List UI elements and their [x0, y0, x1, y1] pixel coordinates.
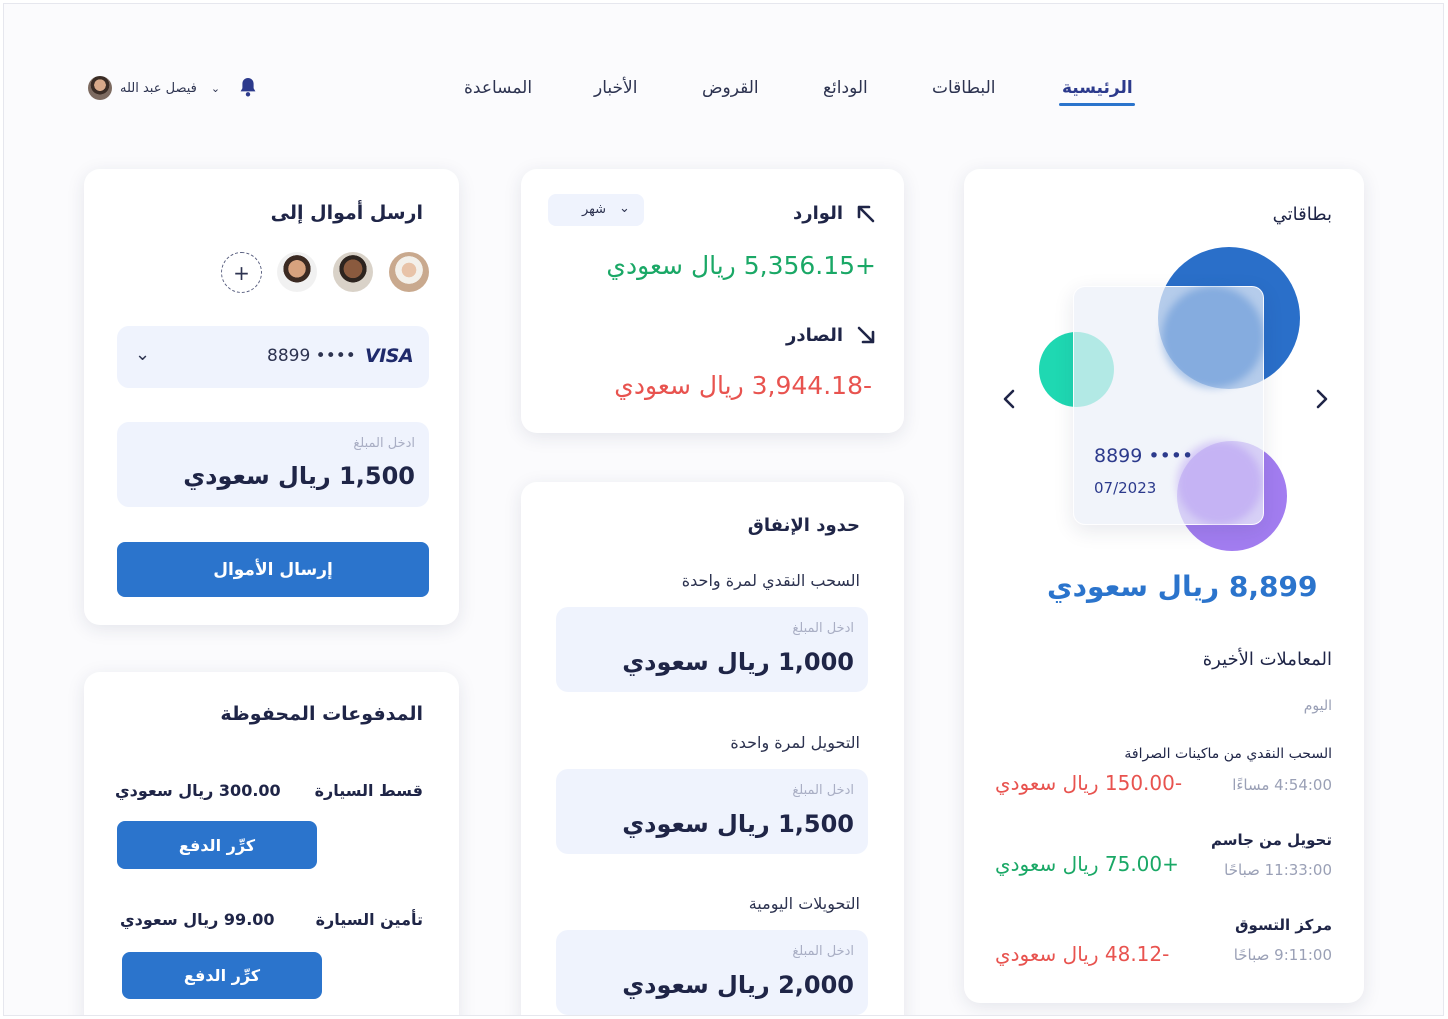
my-cards-title: بطاقاتي	[1272, 204, 1332, 225]
outgoing-label: الصادر	[785, 325, 843, 346]
chevron-right-icon[interactable]	[1309, 387, 1333, 411]
nav-cards[interactable]: البطاقات	[932, 78, 995, 98]
bell-icon[interactable]	[238, 76, 258, 98]
contact-avatar-2[interactable]	[333, 252, 373, 292]
transaction-amount: +75.00 ريال سعودي	[995, 852, 1179, 876]
amount-placeholder: ادخل المبلغ	[792, 783, 854, 798]
card-selector[interactable]: ⌄ 8899 •••• VISA	[117, 326, 429, 388]
transactions-group-label: اليوم	[1303, 698, 1332, 714]
transaction-amount: -150.00 ريال سعودي	[995, 771, 1183, 795]
nav-active-indicator	[1059, 103, 1135, 106]
limit-label: التحويل لمرة واحدة	[730, 733, 860, 752]
transaction-time: 4:54:00 مساءًا	[1232, 776, 1332, 794]
send-money-title: ارسل أموال إلى	[270, 202, 423, 224]
limit-amount-field[interactable]: ادخل المبلغ 2,000 ريال سعودي	[556, 930, 868, 1015]
visa-logo: VISA	[365, 345, 414, 367]
transaction-amount: -48.12 ريال سعودي	[995, 942, 1170, 966]
saved-payment-name: قسط السيارة	[314, 781, 423, 800]
send-amount-field[interactable]: ادخل المبلغ 1,500 ريال سعودي	[117, 422, 429, 507]
bank-card[interactable]: 8899 •••• 07/2023	[1073, 286, 1264, 525]
chevron-down-icon: ⌄	[135, 344, 151, 365]
saved-payment-name: تأمين السيارة	[315, 910, 423, 929]
nav-loans[interactable]: القروض	[702, 78, 759, 98]
income-value: +5,356.15 ريال سعودي	[606, 251, 876, 280]
amount-value: 1,000 ريال سعودي	[622, 648, 854, 676]
arrow-down-right-icon	[857, 326, 875, 344]
card-expiry: 07/2023	[1094, 479, 1157, 497]
send-money-button[interactable]: إرسال الأموال	[117, 542, 429, 597]
amount-value: 2,000 ريال سعودي	[622, 971, 854, 999]
transaction-name: السحب النقدي من ماكينات الصرافة	[1124, 746, 1332, 762]
transactions-title: المعاملات الأخيرة	[1202, 649, 1332, 670]
repeat-payment-button[interactable]: كرِّر الدفع	[117, 821, 317, 869]
limit-amount-field[interactable]: ادخل المبلغ 1,500 ريال سعودي	[556, 769, 868, 854]
transaction-name: تحويل من جاسم	[1210, 831, 1332, 849]
limit-amount-field[interactable]: ادخل المبلغ 1,000 ريال سعودي	[556, 607, 868, 692]
app-frame: فيصل عبد الله ⌄ المساعدة الأخبار القروض …	[3, 3, 1444, 1016]
nav-news[interactable]: الأخبار	[594, 78, 637, 98]
limit-label: التحويلات اليومية	[748, 894, 860, 913]
card-balance: 8,899 ريال سعودي	[1047, 570, 1318, 603]
period-value: شهر	[582, 202, 607, 217]
add-contact-button[interactable]: +	[221, 252, 262, 293]
contact-avatar-1[interactable]	[389, 252, 429, 292]
amount-placeholder: ادخل المبلغ	[353, 436, 415, 451]
amount-value: 1,500 ريال سعودي	[622, 810, 854, 838]
period-select[interactable]: ⌄ شهر	[548, 194, 644, 226]
saved-payments-title: المدفوعات المحفوظة	[220, 703, 423, 725]
nav-help[interactable]: المساعدة	[464, 78, 532, 98]
user-name: فيصل عبد الله	[120, 80, 197, 96]
amount-placeholder: ادخل المبلغ	[792, 621, 854, 636]
nav-home[interactable]: الرئيسية	[1062, 78, 1133, 98]
outgoing-value: -3,944.18 ريال سعودي	[614, 371, 872, 400]
card-number: 8899 ••••	[1094, 445, 1194, 467]
user-menu[interactable]: فيصل عبد الله ⌄	[88, 74, 220, 102]
transaction-time: 11:33:00 صباحًا	[1224, 861, 1332, 879]
avatar	[88, 76, 112, 100]
amount-placeholder: ادخل المبلغ	[792, 944, 854, 959]
spending-limits-title: حدود الإنفاق	[747, 515, 860, 536]
arrow-up-left-icon	[857, 205, 875, 223]
plus-icon: +	[233, 260, 250, 285]
chevron-down-icon: ⌄	[210, 81, 221, 95]
income-label: الوارد	[793, 203, 843, 224]
saved-payment-amount: 300.00 ريال سعودي	[115, 781, 281, 800]
limit-label: السحب النقدي لمرة واحدة	[681, 571, 860, 590]
contact-avatar-3[interactable]	[277, 252, 317, 292]
transaction-time: 9:11:00 صباحًا	[1233, 946, 1332, 964]
card-number: 8899 ••••	[267, 346, 356, 366]
nav-deposits[interactable]: الودائع	[823, 78, 868, 98]
chevron-left-icon[interactable]	[998, 387, 1022, 411]
repeat-payment-button[interactable]: كرِّر الدفع	[122, 952, 322, 999]
chevron-down-icon: ⌄	[619, 201, 630, 216]
transaction-name: مركز التسوق	[1235, 916, 1332, 934]
saved-payment-amount: 99.00 ريال سعودي	[120, 910, 275, 929]
amount-value: 1,500 ريال سعودي	[183, 462, 415, 490]
